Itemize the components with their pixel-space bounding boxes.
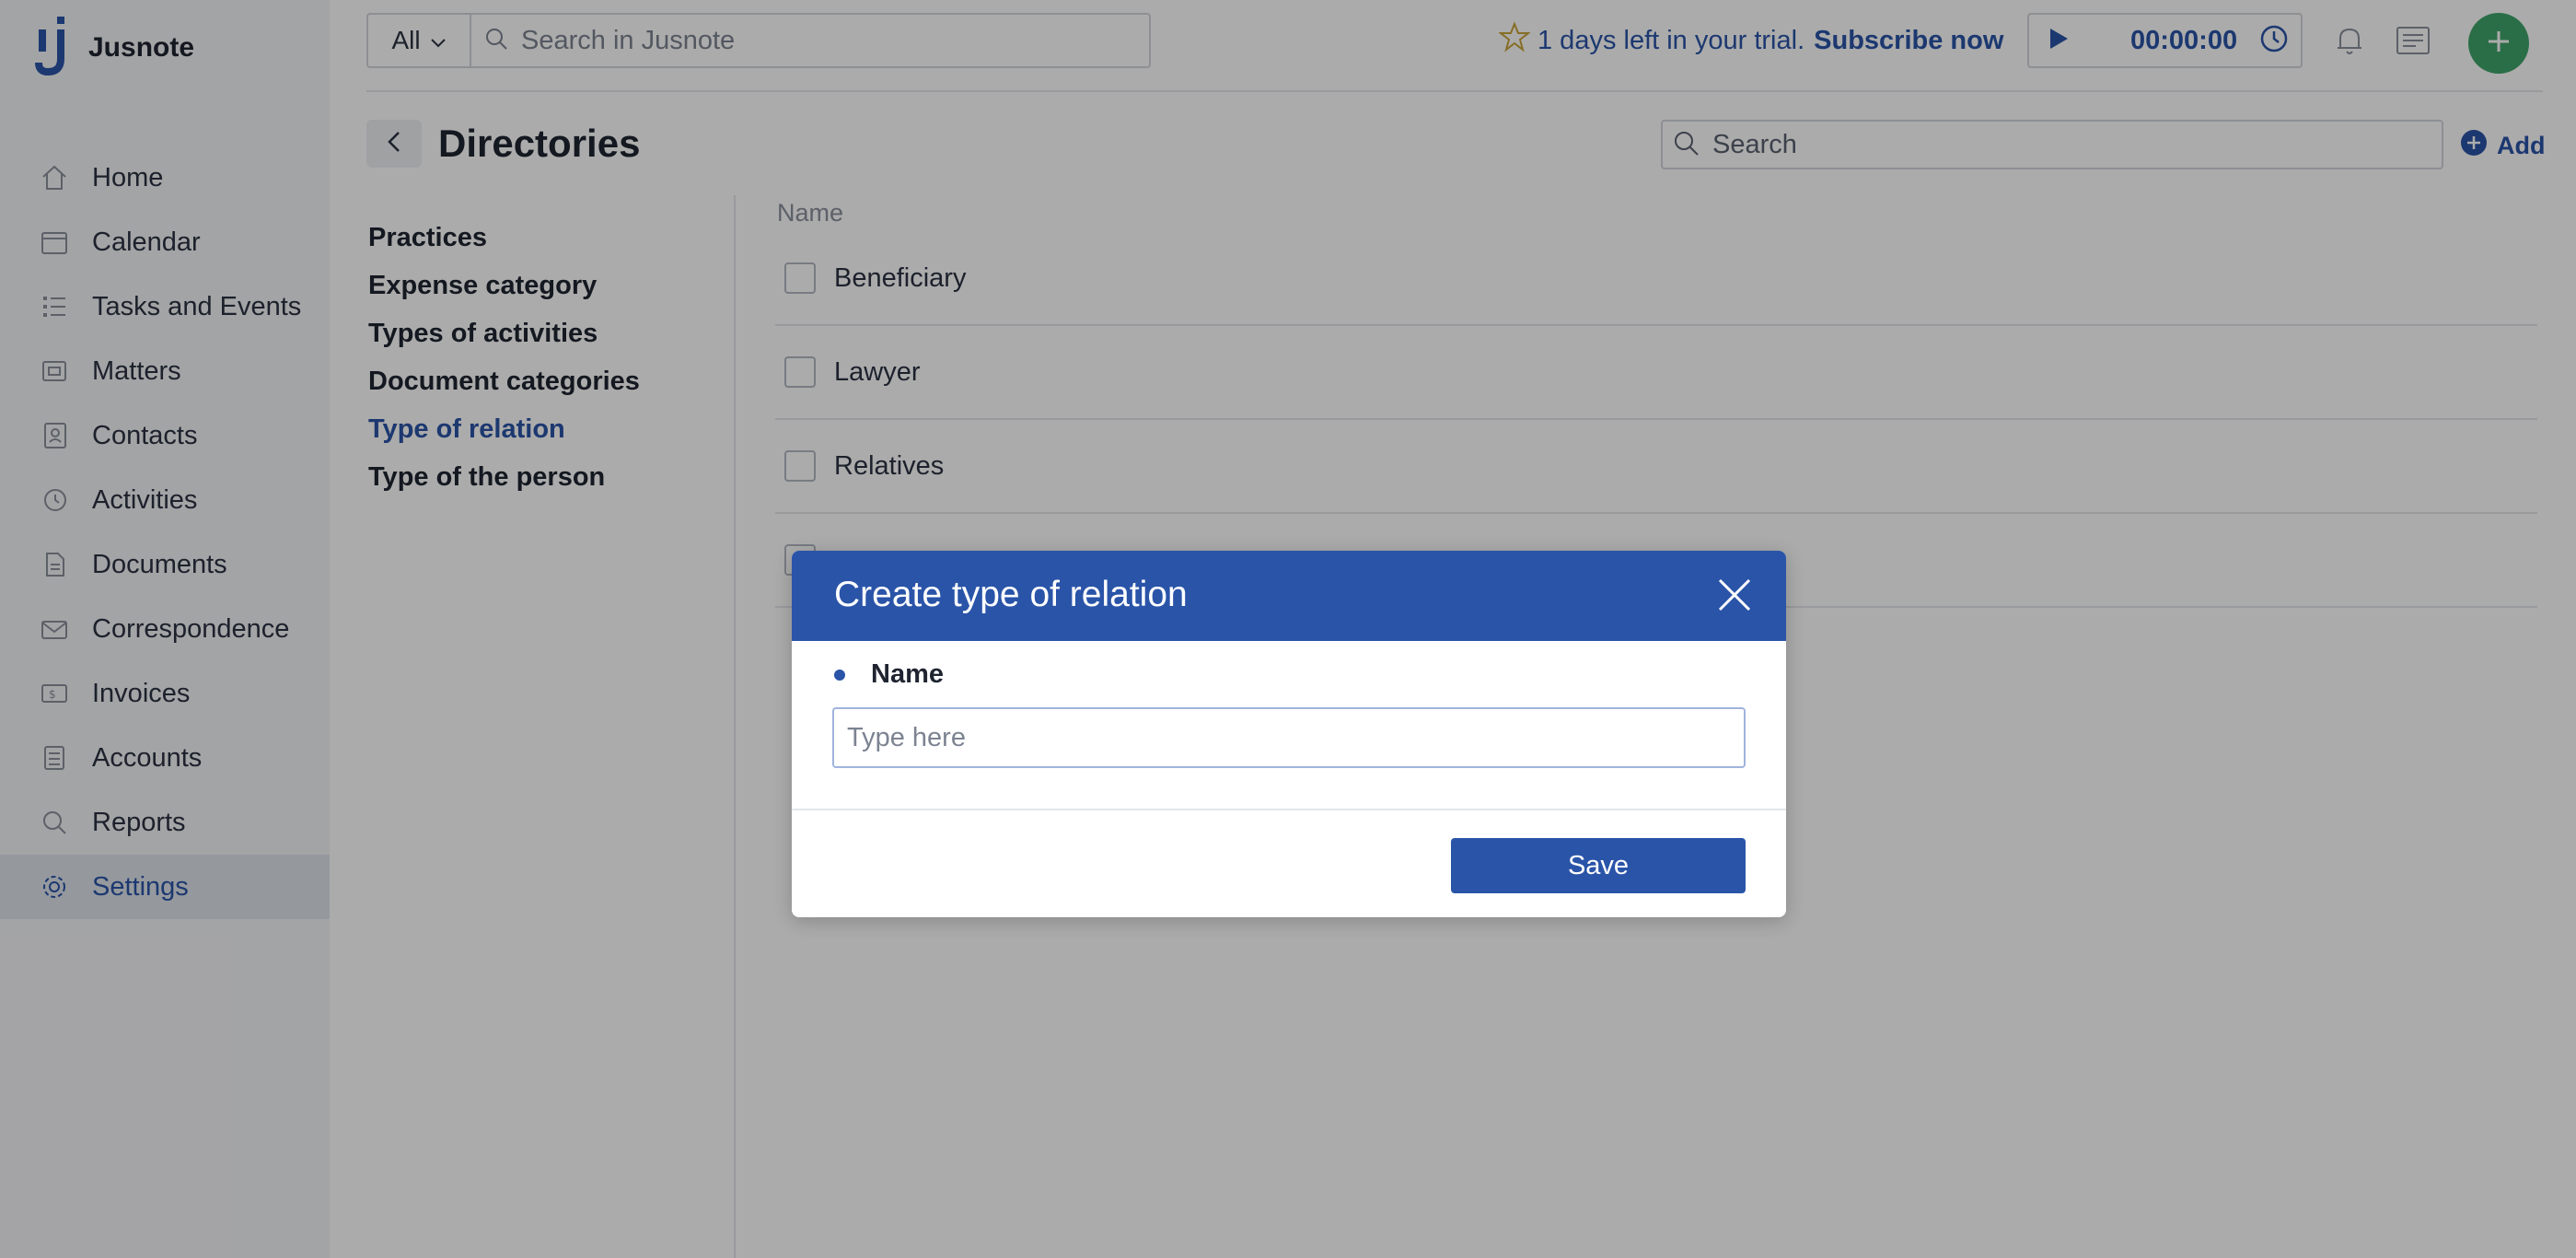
dialog-title: Create type of relation <box>834 575 1188 614</box>
name-label: Name <box>871 659 944 689</box>
required-indicator <box>834 669 845 681</box>
name-field-label: Name <box>834 659 944 690</box>
save-button[interactable]: Save <box>1451 838 1746 893</box>
name-field[interactable] <box>832 707 1746 768</box>
close-icon[interactable] <box>1716 577 1753 613</box>
create-relation-dialog: Create type of relation Name Save <box>792 551 1786 917</box>
dialog-header: Create type of relation <box>792 551 1786 641</box>
dialog-divider <box>792 809 1786 810</box>
